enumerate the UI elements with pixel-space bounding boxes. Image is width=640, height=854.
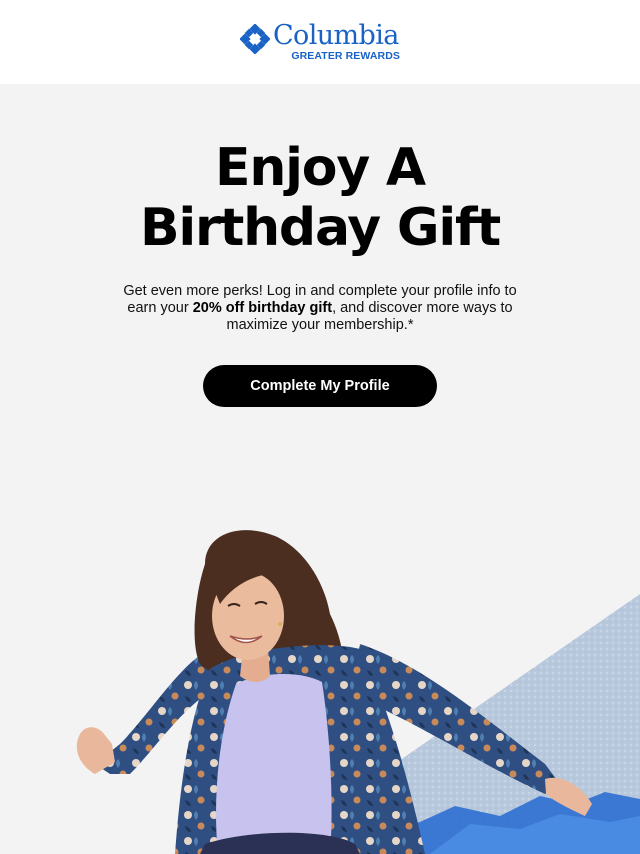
columbia-logo[interactable]: Columbia GREATER REWARDS <box>240 20 402 62</box>
body-copy: Get even more perks! Log in and complete… <box>120 283 520 334</box>
headline-line-1: Enjoy A <box>215 138 426 198</box>
shirt <box>216 673 332 854</box>
headline-line-2: Birthday Gift <box>139 198 501 258</box>
columbia-diamond-logo-icon <box>240 24 270 54</box>
hero-image <box>76 530 640 854</box>
program-name: GREATER REWARDS <box>291 50 400 62</box>
body-copy-offer: 20% off birthday gift <box>192 300 333 316</box>
complete-profile-button[interactable]: Complete My Profile <box>203 365 437 407</box>
main-content: Enjoy A Birthday Gift Get even more perk… <box>0 84 640 854</box>
email-header: Columbia GREATER REWARDS <box>0 0 640 84</box>
headline: Enjoy A Birthday Gift <box>0 138 640 258</box>
brand-name: Columbia <box>273 20 399 51</box>
